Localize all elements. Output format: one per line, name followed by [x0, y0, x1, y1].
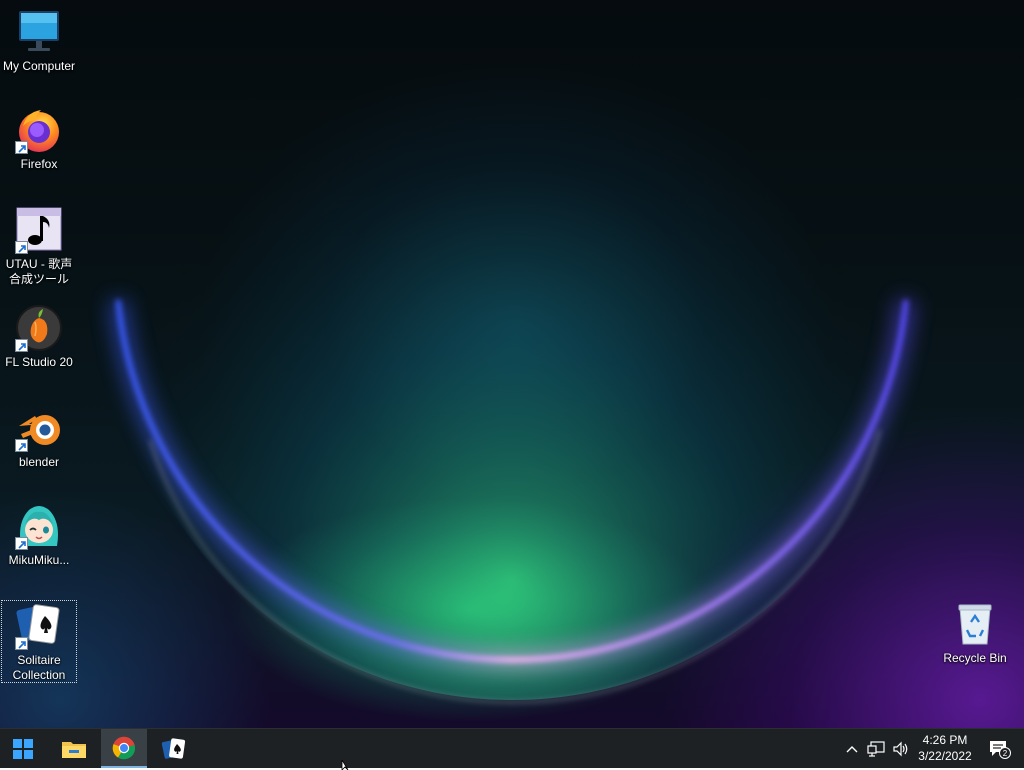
tray-show-hidden-button[interactable] — [842, 729, 862, 768]
notification-icon: 2 — [990, 740, 1011, 759]
notification-count-badge: 2 — [1003, 749, 1008, 758]
action-center-button[interactable]: 2 — [982, 729, 1016, 768]
desktop-icon-recycle-bin[interactable]: Recycle Bin — [937, 600, 1013, 666]
desktop-icon-label: Recycle Bin — [943, 651, 1007, 665]
shortcut-arrow-icon — [15, 637, 28, 650]
chrome-icon — [112, 736, 136, 759]
desktop-icon-label: FL Studio 20 — [5, 355, 73, 369]
file-explorer-icon — [62, 741, 86, 758]
desktop-icon-label: My Computer — [2, 59, 76, 73]
chevron-up-icon — [846, 745, 858, 752]
windows-start-icon — [13, 738, 33, 759]
mouse-cursor-icon — [341, 760, 349, 770]
start-button[interactable] — [0, 729, 46, 768]
desktop-icon-firefox[interactable]: Firefox — [1, 106, 77, 172]
volume-icon — [893, 741, 908, 756]
miku-character-icon — [15, 502, 63, 550]
shortcut-arrow-icon — [15, 339, 28, 352]
clock-time: 4:26 PM — [922, 733, 968, 747]
desktop[interactable]: My Computer Firefox UTAU - 歌声合成ツール FL St… — [0, 0, 1024, 728]
desktop-icon-fl-studio[interactable]: FL Studio 20 — [1, 304, 77, 370]
desktop-icon-label: UTAU - 歌声合成ツール — [5, 257, 73, 286]
taskbar-clock[interactable]: 4:26 PM 3/22/2022 — [910, 732, 980, 764]
wallpaper-art — [109, 0, 915, 704]
shortcut-arrow-icon — [15, 241, 28, 254]
shortcut-arrow-icon — [15, 439, 28, 452]
utau-music-note-icon — [15, 206, 63, 254]
solitaire-icon — [161, 737, 186, 759]
firefox-icon — [15, 106, 63, 154]
shortcut-arrow-icon — [15, 141, 28, 154]
desktop-icon-label: Firefox — [20, 157, 58, 171]
blender-icon — [15, 404, 63, 452]
desktop-icon-mikumiku[interactable]: MikuMiku... — [1, 502, 77, 568]
taskbar-file-explorer-button[interactable] — [51, 729, 97, 768]
clock-date: 3/22/2022 — [918, 749, 972, 763]
monitor-icon — [15, 8, 63, 56]
desktop-icon-label: Solitaire Collection — [12, 653, 66, 682]
solitaire-cards-icon — [15, 602, 63, 650]
taskbar: 4:26 PM 3/22/2022 2 — [0, 728, 1024, 768]
recycle-bin-icon — [951, 600, 999, 648]
tray-network-button[interactable] — [864, 729, 888, 768]
taskbar-solitaire-button[interactable] — [151, 729, 197, 768]
desktop-icon-label: MikuMiku... — [8, 553, 70, 567]
shortcut-arrow-icon — [15, 537, 28, 550]
fl-studio-fruit-icon — [15, 304, 63, 352]
desktop-icon-label: blender — [18, 455, 60, 469]
desktop-icon-utau[interactable]: UTAU - 歌声合成ツール — [1, 206, 77, 287]
network-icon — [867, 740, 885, 757]
taskbar-chrome-button[interactable] — [101, 729, 147, 768]
desktop-icon-blender[interactable]: blender — [1, 404, 77, 470]
desktop-icon-my-computer[interactable]: My Computer — [1, 8, 77, 74]
desktop-icon-solitaire-collection[interactable]: Solitaire Collection — [1, 600, 77, 683]
